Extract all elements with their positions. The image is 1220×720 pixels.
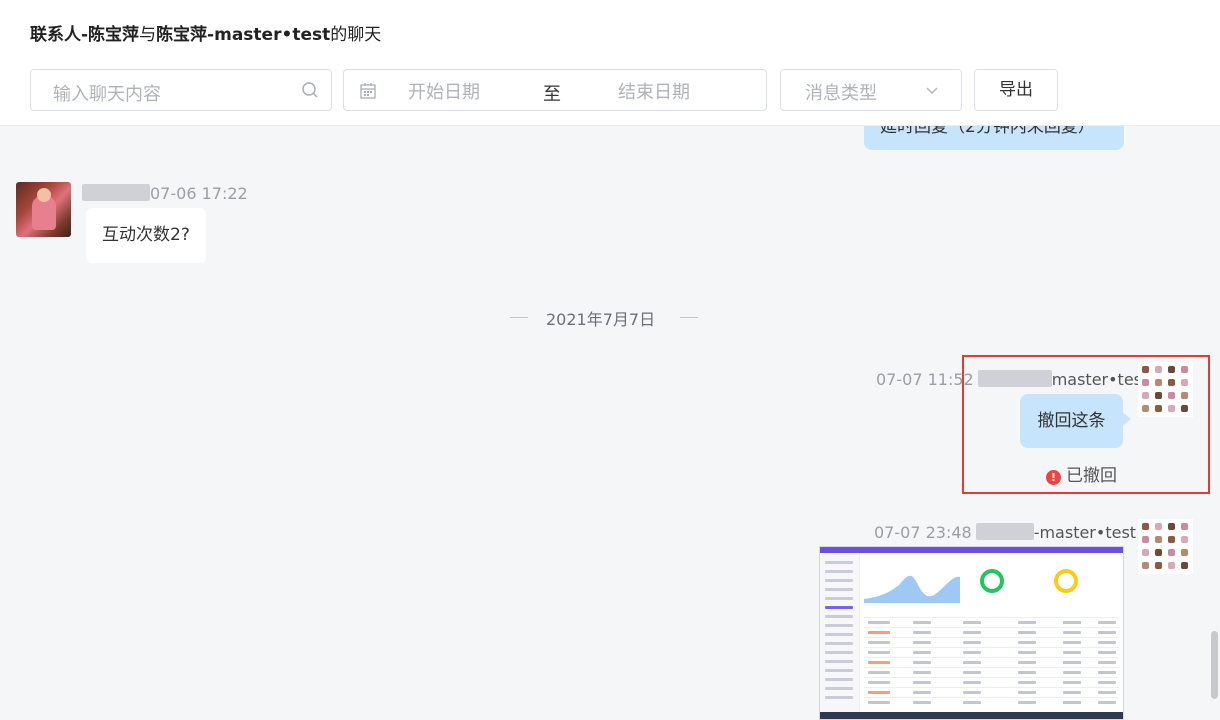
chat-messages[interactable]: 延时回复（2分钟内未回复） 07-06 17:22 互动次数2? 2021年7月…: [0, 126, 1220, 720]
date-range-picker[interactable]: 开始日期 至 结束日期: [343, 69, 767, 111]
date-start-input[interactable]: 开始日期: [408, 78, 480, 104]
sender-name-blurred: [82, 184, 150, 201]
date-divider-label: 2021年7月7日: [546, 310, 656, 329]
chevron-down-icon[interactable]: [925, 83, 939, 102]
scrollbar[interactable]: [1211, 631, 1218, 699]
export-button[interactable]: 导出: [974, 69, 1058, 111]
date-divider: 2021年7月7日: [510, 306, 700, 330]
sender-name-blurred: [975, 523, 1034, 540]
message-time: 07-07 23:48: [874, 523, 972, 542]
title-member: 陈宝萍-master•test: [156, 25, 331, 45]
message-bubble[interactable]: 互动次数2?: [86, 208, 206, 263]
image-message[interactable]: [819, 546, 1124, 720]
highlight-box: [962, 355, 1210, 494]
message-text: 互动次数2?: [102, 225, 190, 245]
message-text: 延时回复（2分钟内未回复）: [880, 126, 1095, 137]
avatar[interactable]: [1138, 519, 1193, 574]
message-type-placeholder: 消息类型: [805, 83, 877, 104]
message-bubble-partial: 延时回复（2分钟内未回复）: [864, 126, 1124, 150]
date-end-input[interactable]: 结束日期: [618, 78, 690, 104]
message-meta: 07-07 23:48 -master•test: [874, 523, 1136, 542]
message-type-select[interactable]: 消息类型: [780, 69, 962, 111]
chat-header: 联系人-陈宝萍与陈宝萍-master•test的聊天 输入聊天内容 开始日期 至…: [0, 0, 1220, 126]
title-contact: 联系人-陈宝萍: [30, 25, 140, 45]
message-meta: 07-06 17:22: [82, 184, 248, 203]
title-end: 的聊天: [330, 25, 382, 45]
page-title: 联系人-陈宝萍与陈宝萍-master•test的聊天: [30, 20, 381, 45]
message-time: 07-07 11:52: [876, 370, 974, 389]
avatar[interactable]: [16, 182, 71, 237]
calendar-icon: [359, 82, 377, 104]
message-time: 07-06 17:22: [150, 184, 248, 203]
title-connector: 与: [139, 25, 157, 45]
date-separator: 至: [543, 84, 561, 105]
search-placeholder: 输入聊天内容: [53, 84, 161, 105]
search-icon[interactable]: [301, 81, 319, 103]
sender-name: -master•test: [1033, 523, 1137, 542]
search-input[interactable]: 输入聊天内容: [30, 69, 332, 111]
